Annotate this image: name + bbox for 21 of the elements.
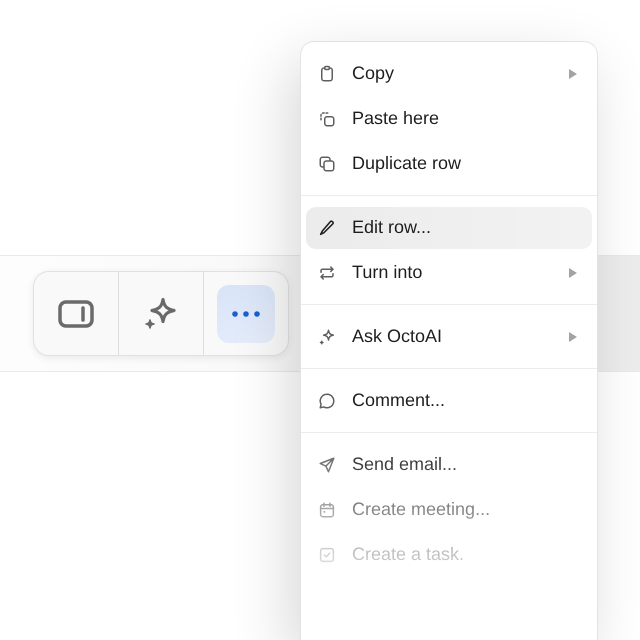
paste-icon: [318, 110, 336, 128]
menu-item[interactable]: Ask OctoAI: [306, 316, 592, 358]
more-icon: [232, 310, 260, 316]
menu-item[interactable]: Create meeting...: [306, 488, 592, 530]
paper-plane-icon: [318, 456, 336, 474]
menu-item[interactable]: Turn into: [306, 252, 592, 294]
swap-arrows-icon: [318, 264, 336, 282]
panel-icon: [58, 300, 94, 328]
menu-item[interactable]: Comment...: [306, 380, 592, 422]
menu-item[interactable]: Copy: [306, 52, 592, 94]
menu-item[interactable]: Edit row...: [306, 206, 592, 248]
pencil-icon: [318, 218, 336, 236]
clipboard-icon: [318, 64, 336, 82]
speech-bubble-icon: [318, 392, 336, 410]
calendar-icon: [318, 500, 336, 518]
checkbox-icon: [318, 546, 336, 564]
duplicate-icon: [318, 154, 336, 172]
sparkle-icon: [318, 328, 336, 346]
menu-item[interactable]: Send email...: [306, 444, 592, 486]
menu-item[interactable]: Duplicate row: [306, 142, 592, 184]
menu-item[interactable]: Paste here: [306, 98, 592, 140]
